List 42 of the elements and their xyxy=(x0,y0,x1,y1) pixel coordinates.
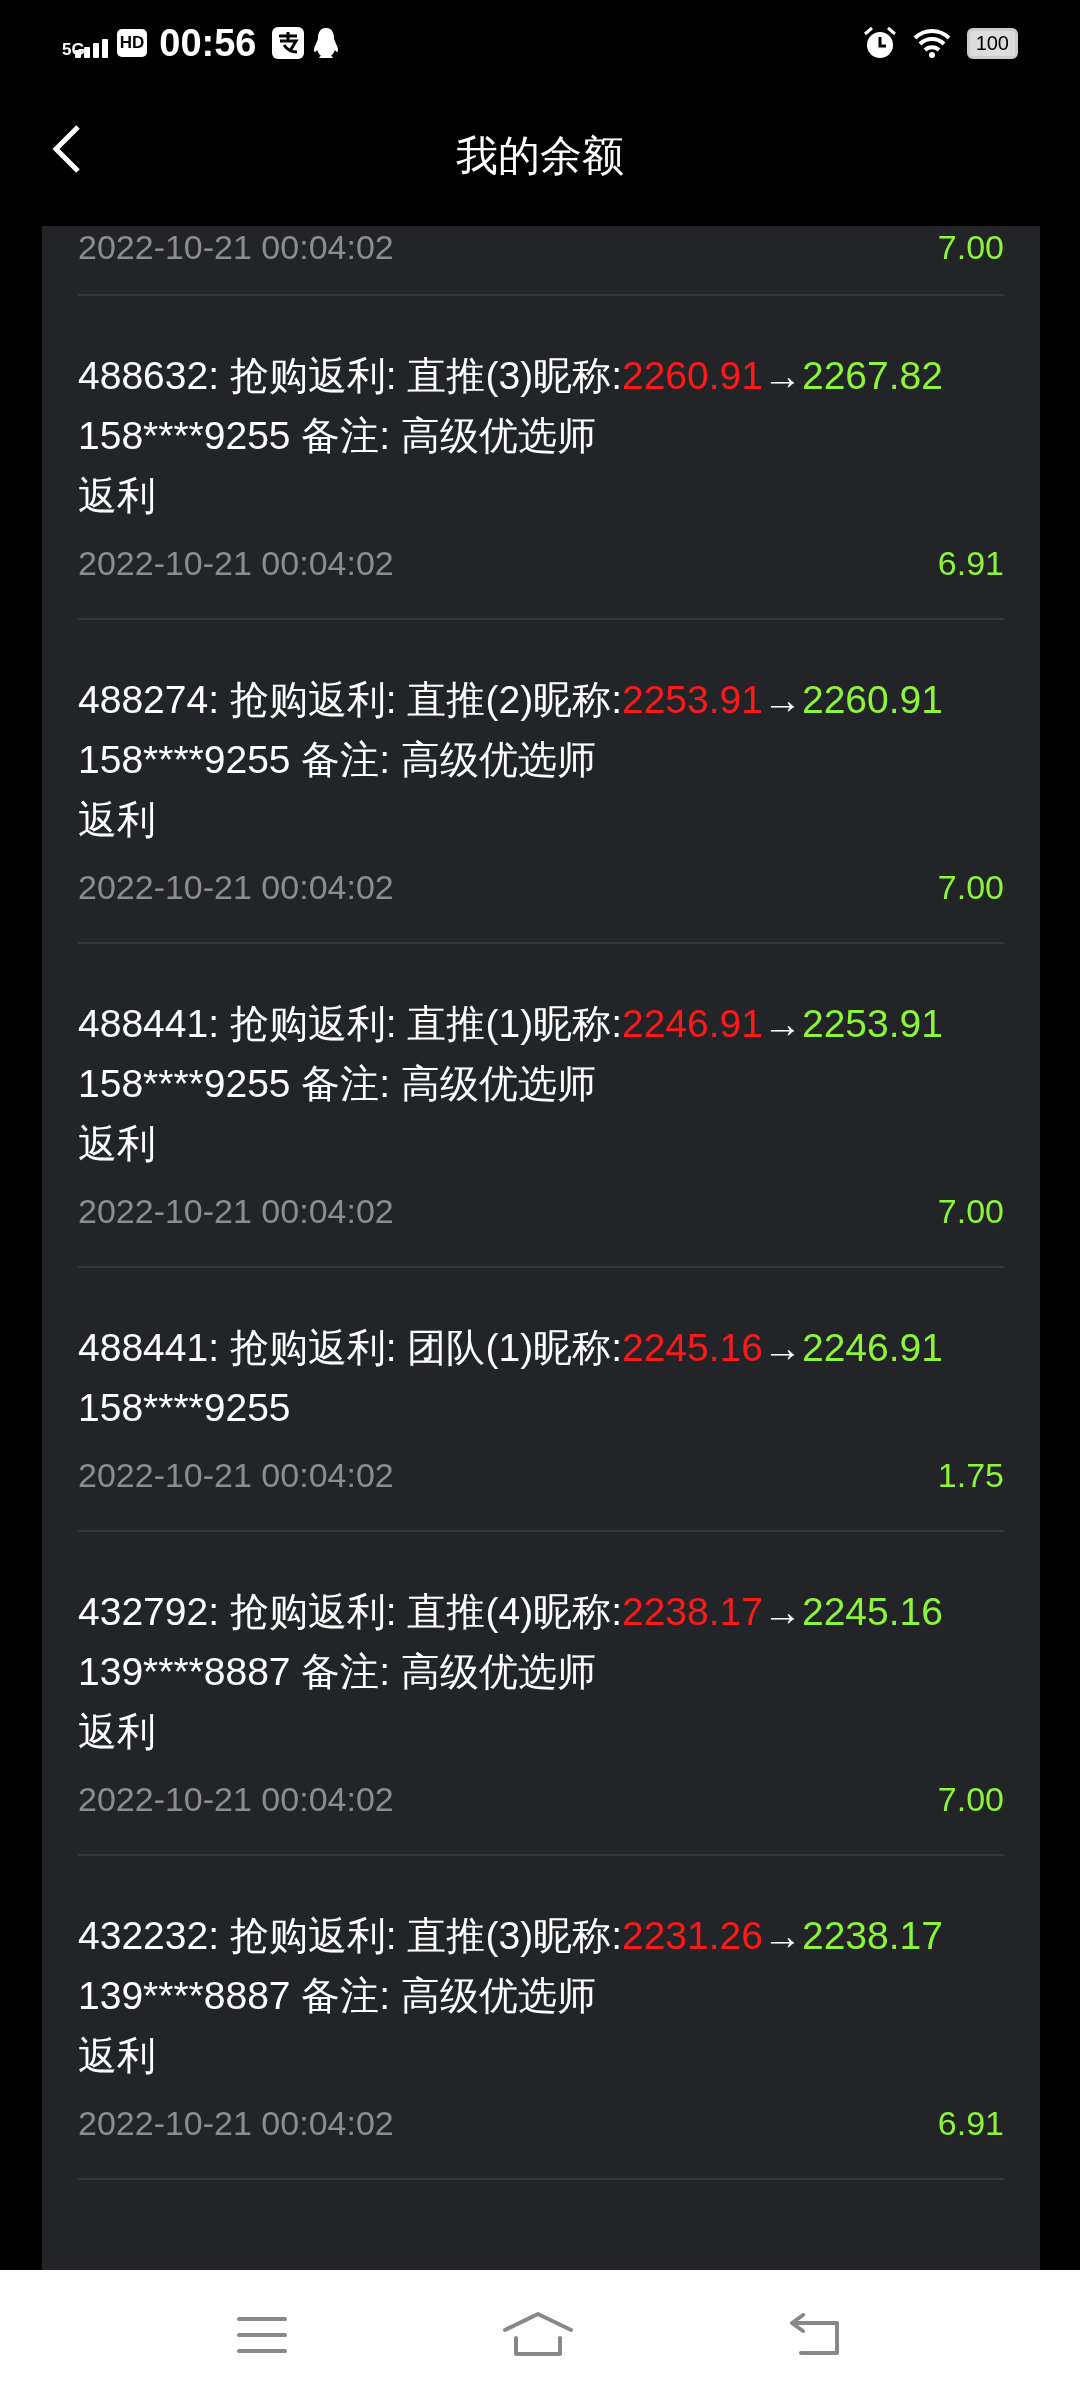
record-date: 2022-10-21 00:04:02 xyxy=(78,867,394,907)
record-amount: 7.00 xyxy=(937,1191,1004,1231)
back-icon[interactable] xyxy=(52,124,82,174)
record-detail: 返利 xyxy=(78,473,157,519)
home-icon[interactable] xyxy=(502,2312,574,2358)
record-detail: 返利 xyxy=(78,797,157,843)
hd-badge: HD xyxy=(116,29,148,57)
record-title: 488441: 抢购返利: 直推(1)昵称:2246.91→2253.91 xyxy=(78,1001,944,1047)
record-date: 2022-10-21 00:04:02 xyxy=(78,2103,394,2143)
record-amount: 7.00 xyxy=(937,227,1004,267)
status-time: 00:56 xyxy=(159,21,257,65)
record-title: 488274: 抢购返利: 直推(2)昵称:2253.91→2260.91 xyxy=(78,677,944,723)
record-amount: 1.75 xyxy=(937,1455,1004,1495)
record-detail: 返利 xyxy=(78,1709,157,1755)
record-detail: 158****9255 备注: 高级优选师 xyxy=(78,1061,598,1107)
record-date: 2022-10-21 00:04:02 xyxy=(78,543,394,583)
record-detail: 139****8887 备注: 高级优选师 xyxy=(78,1649,598,1695)
record-amount: 7.00 xyxy=(937,1779,1004,1819)
record-detail: 158****9255 xyxy=(78,1385,292,1431)
record-detail: 返利 xyxy=(78,2033,157,2079)
record-detail: 139****8887 备注: 高级优选师 xyxy=(78,1973,598,2019)
record-title: 488441: 抢购返利: 团队(1)昵称:2245.16→2246.91 xyxy=(78,1325,944,1371)
penguin-icon xyxy=(312,27,341,59)
battery-indicator: 100 xyxy=(966,27,1018,59)
record-detail: 158****9255 备注: 高级优选师 xyxy=(78,737,598,783)
record-date: 2022-10-21 00:04:02 xyxy=(78,227,394,267)
record-date: 2022-10-21 00:04:02 xyxy=(78,1191,394,1231)
record-title: 488632: 抢购返利: 直推(3)昵称:2260.91→2267.82 xyxy=(78,353,944,399)
record-detail: 158****9255 备注: 高级优选师 xyxy=(78,413,598,459)
wifi-icon xyxy=(912,28,951,58)
record-date: 2022-10-21 00:04:02 xyxy=(78,1455,394,1495)
record-detail: 返利 xyxy=(78,1121,157,1167)
record-date: 2022-10-21 00:04:02 xyxy=(78,1779,394,1819)
record-amount: 6.91 xyxy=(937,543,1004,583)
record-title: 432792: 抢购返利: 直推(4)昵称:2238.17→2245.16 xyxy=(78,1589,944,1635)
menu-icon[interactable] xyxy=(237,2315,288,2355)
alarm-icon xyxy=(862,26,897,60)
page-title: 我的余额 xyxy=(456,130,624,182)
payment-app-icon xyxy=(272,27,305,59)
record-amount: 7.00 xyxy=(937,867,1004,907)
record-amount: 6.91 xyxy=(937,2103,1004,2143)
record-title: 432232: 抢购返利: 直推(3)昵称:2231.26→2238.17 xyxy=(78,1913,944,1959)
